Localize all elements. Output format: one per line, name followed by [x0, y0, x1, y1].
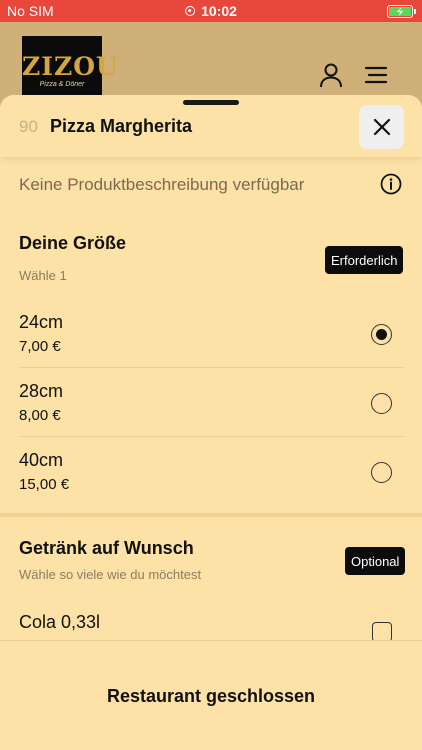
- product-description: Keine Produktbeschreibung verfügbar: [19, 175, 305, 194]
- checkbox[interactable]: [372, 622, 392, 642]
- status-time: 10:02: [185, 3, 237, 19]
- option-price: 7,00 €: [19, 338, 61, 355]
- option-price: 8,00 €: [19, 407, 61, 424]
- size-option-40cm[interactable]: 40cm 15,00 €: [19, 438, 404, 506]
- product-name: Pizza Margherita: [50, 116, 193, 136]
- footer-bar: Restaurant geschlossen: [0, 640, 422, 750]
- radio-button-selected[interactable]: [371, 324, 392, 345]
- info-icon[interactable]: [380, 173, 402, 195]
- clock: 10:02: [201, 3, 237, 19]
- battery-charging-fill: [389, 7, 411, 16]
- size-section-subtitle: Wähle 1: [19, 268, 67, 283]
- size-option-28cm[interactable]: 28cm 8,00 €: [19, 369, 404, 437]
- close-button[interactable]: [359, 105, 404, 149]
- required-badge: Erforderlich: [325, 246, 404, 274]
- radio-button[interactable]: [371, 462, 392, 483]
- section-divider: [0, 513, 422, 517]
- status-bar: No SIM 10:02: [0, 0, 422, 22]
- optional-badge: Optional: [345, 547, 406, 575]
- option-price: 15,00 €: [19, 476, 70, 493]
- logo-subtitle: Pizza & Döner: [39, 81, 85, 88]
- menu-icon[interactable]: [364, 66, 388, 84]
- screen-record-icon: [185, 6, 196, 16]
- option-label: 24cm: [19, 312, 64, 332]
- option-label: Cola 0,33l: [19, 612, 101, 632]
- product-number: 90: [19, 117, 38, 136]
- carrier-label: No SIM: [7, 3, 54, 19]
- sheet-header: 90 Pizza Margherita: [0, 95, 422, 157]
- sheet-grabber[interactable]: [183, 100, 239, 105]
- battery-icon: [387, 5, 416, 18]
- restaurant-closed-message: Restaurant geschlossen: [106, 686, 316, 706]
- drink-section-subtitle: Wähle so viele wie du möchtest: [19, 567, 202, 582]
- size-section-title: Deine Größe: [19, 233, 127, 253]
- close-icon: [373, 118, 390, 136]
- logo-title: ZIZOU: [22, 52, 119, 81]
- size-option-24cm[interactable]: 24cm 7,00 €: [19, 300, 404, 368]
- restaurant-logo[interactable]: ZIZOU Pizza & Döner: [22, 36, 119, 96]
- drink-section-title: Getränk auf Wunsch: [19, 538, 194, 558]
- option-label: 28cm: [19, 381, 64, 401]
- radio-button[interactable]: [371, 393, 392, 414]
- user-icon[interactable]: [318, 62, 344, 88]
- option-label: 40cm: [19, 450, 64, 470]
